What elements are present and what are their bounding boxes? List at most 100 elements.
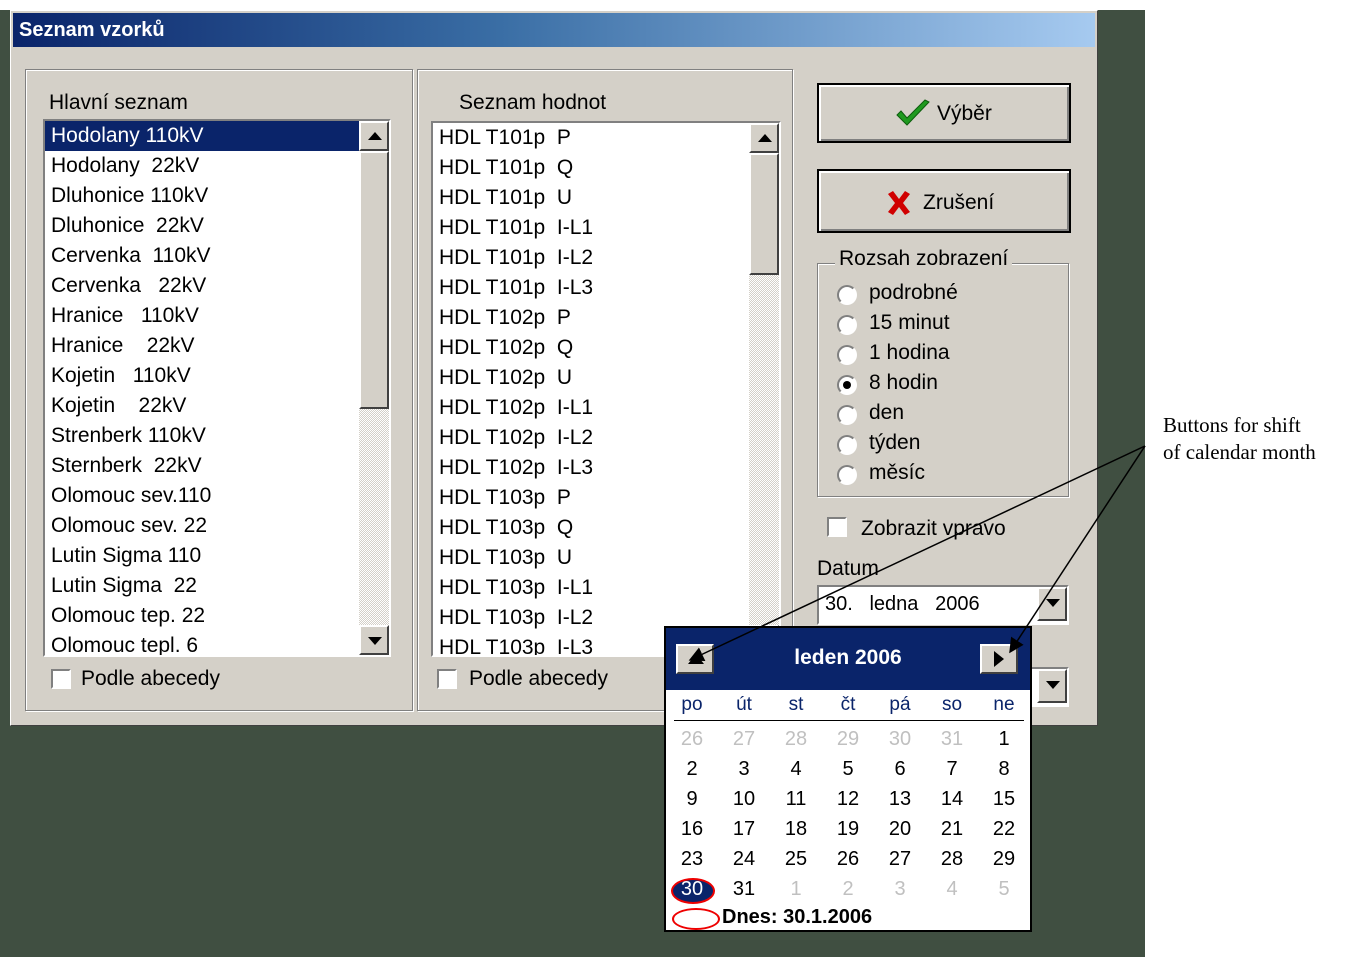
list-item[interactable]: Kojetin 22kV <box>45 391 359 421</box>
range-radio[interactable] <box>837 405 857 425</box>
list-item[interactable]: Olomouc sev. 22 <box>45 511 359 541</box>
second-dropdown-button[interactable] <box>1037 669 1067 703</box>
list-item[interactable]: Hodolany 110kV <box>45 121 359 151</box>
list-item[interactable]: HDL T102p U <box>433 363 749 393</box>
calendar-day[interactable]: 30 <box>666 874 718 904</box>
list-item[interactable]: Dluhonice 22kV <box>45 211 359 241</box>
list-item[interactable]: HDL T103p Q <box>433 513 749 543</box>
list-item[interactable]: HDL T101p Q <box>433 153 749 183</box>
scroll-down-button[interactable] <box>359 625 389 655</box>
range-radio[interactable] <box>837 465 857 485</box>
calendar-day[interactable]: 3 <box>718 754 770 784</box>
list-item[interactable]: HDL T102p I-L2 <box>433 423 749 453</box>
calendar-day[interactable]: 15 <box>978 784 1030 814</box>
list-item[interactable]: HDL T103p U <box>433 543 749 573</box>
list-item[interactable]: Kojetin 110kV <box>45 361 359 391</box>
list-item[interactable]: Olomouc sev.110 <box>45 481 359 511</box>
list-item[interactable]: Hodolany 22kV <box>45 151 359 181</box>
calendar-day[interactable]: 1 <box>978 724 1030 754</box>
calendar-day[interactable]: 31 <box>718 874 770 904</box>
calendar-day[interactable]: 4 <box>770 754 822 784</box>
list-item[interactable]: Sternberk 22kV <box>45 451 359 481</box>
list-item[interactable]: HDL T102p I-L1 <box>433 393 749 423</box>
calendar-day[interactable]: 5 <box>822 754 874 784</box>
scroll-thumb[interactable] <box>749 153 779 275</box>
range-radio[interactable] <box>837 315 857 335</box>
list-item[interactable]: HDL T102p P <box>433 303 749 333</box>
calendar-day[interactable]: 27 <box>718 724 770 754</box>
cancel-button[interactable]: Zrušení <box>817 169 1071 233</box>
list-item[interactable]: HDL T103p I-L1 <box>433 573 749 603</box>
title-bar[interactable]: Seznam vzorků <box>13 13 1095 47</box>
list-item[interactable]: Cervenka 22kV <box>45 271 359 301</box>
value-sort-checkbox[interactable] <box>437 669 457 689</box>
calendar-day[interactable]: 22 <box>978 814 1030 844</box>
calendar-day[interactable]: 14 <box>926 784 978 814</box>
calendar-day[interactable]: 16 <box>666 814 718 844</box>
date-combobox[interactable]: 30. ledna 2006 <box>817 585 1069 625</box>
calendar-day[interactable]: 20 <box>874 814 926 844</box>
main-list-scrollbar[interactable] <box>359 121 389 655</box>
calendar-day[interactable]: 6 <box>874 754 926 784</box>
range-radio[interactable] <box>837 435 857 455</box>
list-item[interactable]: HDL T101p P <box>433 123 749 153</box>
calendar-day[interactable]: 8 <box>978 754 1030 784</box>
calendar-day[interactable]: 26 <box>822 844 874 874</box>
scroll-up-button[interactable] <box>359 121 389 151</box>
today-label[interactable]: Dnes: 30.1.2006 <box>722 906 872 929</box>
calendar-day[interactable]: 29 <box>822 724 874 754</box>
main-sort-checkbox[interactable] <box>51 669 71 689</box>
main-listbox[interactable]: Hodolany 110kV Hodolany 22kV Dluhonice 110… <box>43 119 391 657</box>
calendar-day[interactable]: 17 <box>718 814 770 844</box>
value-listbox[interactable]: HDL T101p P HDL T101p Q HDL T101p U HDL T10… <box>431 121 781 657</box>
calendar-day[interactable]: 28 <box>770 724 822 754</box>
calendar-day[interactable]: 26 <box>666 724 718 754</box>
range-radio[interactable] <box>837 375 857 395</box>
date-dropdown-button[interactable] <box>1037 587 1067 621</box>
list-item[interactable]: Hranice 110kV <box>45 301 359 331</box>
calendar-day[interactable]: 30 <box>874 724 926 754</box>
list-item[interactable]: HDL T101p I-L2 <box>433 243 749 273</box>
list-item[interactable]: Lutin Sigma 110 <box>45 541 359 571</box>
range-radio[interactable] <box>837 345 857 365</box>
list-item[interactable]: HDL T103p P <box>433 483 749 513</box>
list-item[interactable]: HDL T101p I-L3 <box>433 273 749 303</box>
calendar-day[interactable]: 29 <box>978 844 1030 874</box>
list-item[interactable]: Lutin Sigma 22 <box>45 571 359 601</box>
list-item[interactable]: Olomouc tepl. 6 <box>45 631 359 655</box>
calendar-day[interactable]: 11 <box>770 784 822 814</box>
calendar-day[interactable]: 5 <box>978 874 1030 904</box>
next-month-button[interactable] <box>980 644 1018 674</box>
calendar-day[interactable]: 2 <box>666 754 718 784</box>
list-item[interactable]: Strenberk 110kV <box>45 421 359 451</box>
range-radio[interactable] <box>837 285 857 305</box>
calendar-day[interactable]: 23 <box>666 844 718 874</box>
list-item[interactable]: Olomouc tep. 22 <box>45 601 359 631</box>
second-combobox[interactable] <box>1029 667 1069 707</box>
calendar-day[interactable]: 21 <box>926 814 978 844</box>
calendar-day[interactable]: 7 <box>926 754 978 784</box>
select-button[interactable]: Výběr <box>817 83 1071 143</box>
calendar-day[interactable]: 3 <box>874 874 926 904</box>
calendar-day[interactable]: 2 <box>822 874 874 904</box>
calendar-day[interactable]: 31 <box>926 724 978 754</box>
calendar-day[interactable]: 28 <box>926 844 978 874</box>
calendar-day[interactable]: 13 <box>874 784 926 814</box>
calendar-day[interactable]: 19 <box>822 814 874 844</box>
list-item[interactable]: Cervenka 110kV <box>45 241 359 271</box>
calendar-day[interactable]: 12 <box>822 784 874 814</box>
show-right-checkbox[interactable] <box>827 517 847 537</box>
list-item[interactable]: HDL T102p I-L3 <box>433 453 749 483</box>
calendar-day[interactable]: 25 <box>770 844 822 874</box>
list-item[interactable]: HDL T101p I-L1 <box>433 213 749 243</box>
list-item[interactable]: HDL T102p Q <box>433 333 749 363</box>
scroll-thumb[interactable] <box>359 151 389 409</box>
scroll-up-button[interactable] <box>749 123 779 153</box>
value-list-scrollbar[interactable] <box>749 123 779 655</box>
calendar-day[interactable]: 24 <box>718 844 770 874</box>
list-item[interactable]: Hranice 22kV <box>45 331 359 361</box>
calendar-day[interactable]: 18 <box>770 814 822 844</box>
calendar-day[interactable]: 9 <box>666 784 718 814</box>
calendar-day[interactable]: 27 <box>874 844 926 874</box>
calendar-day[interactable]: 10 <box>718 784 770 814</box>
